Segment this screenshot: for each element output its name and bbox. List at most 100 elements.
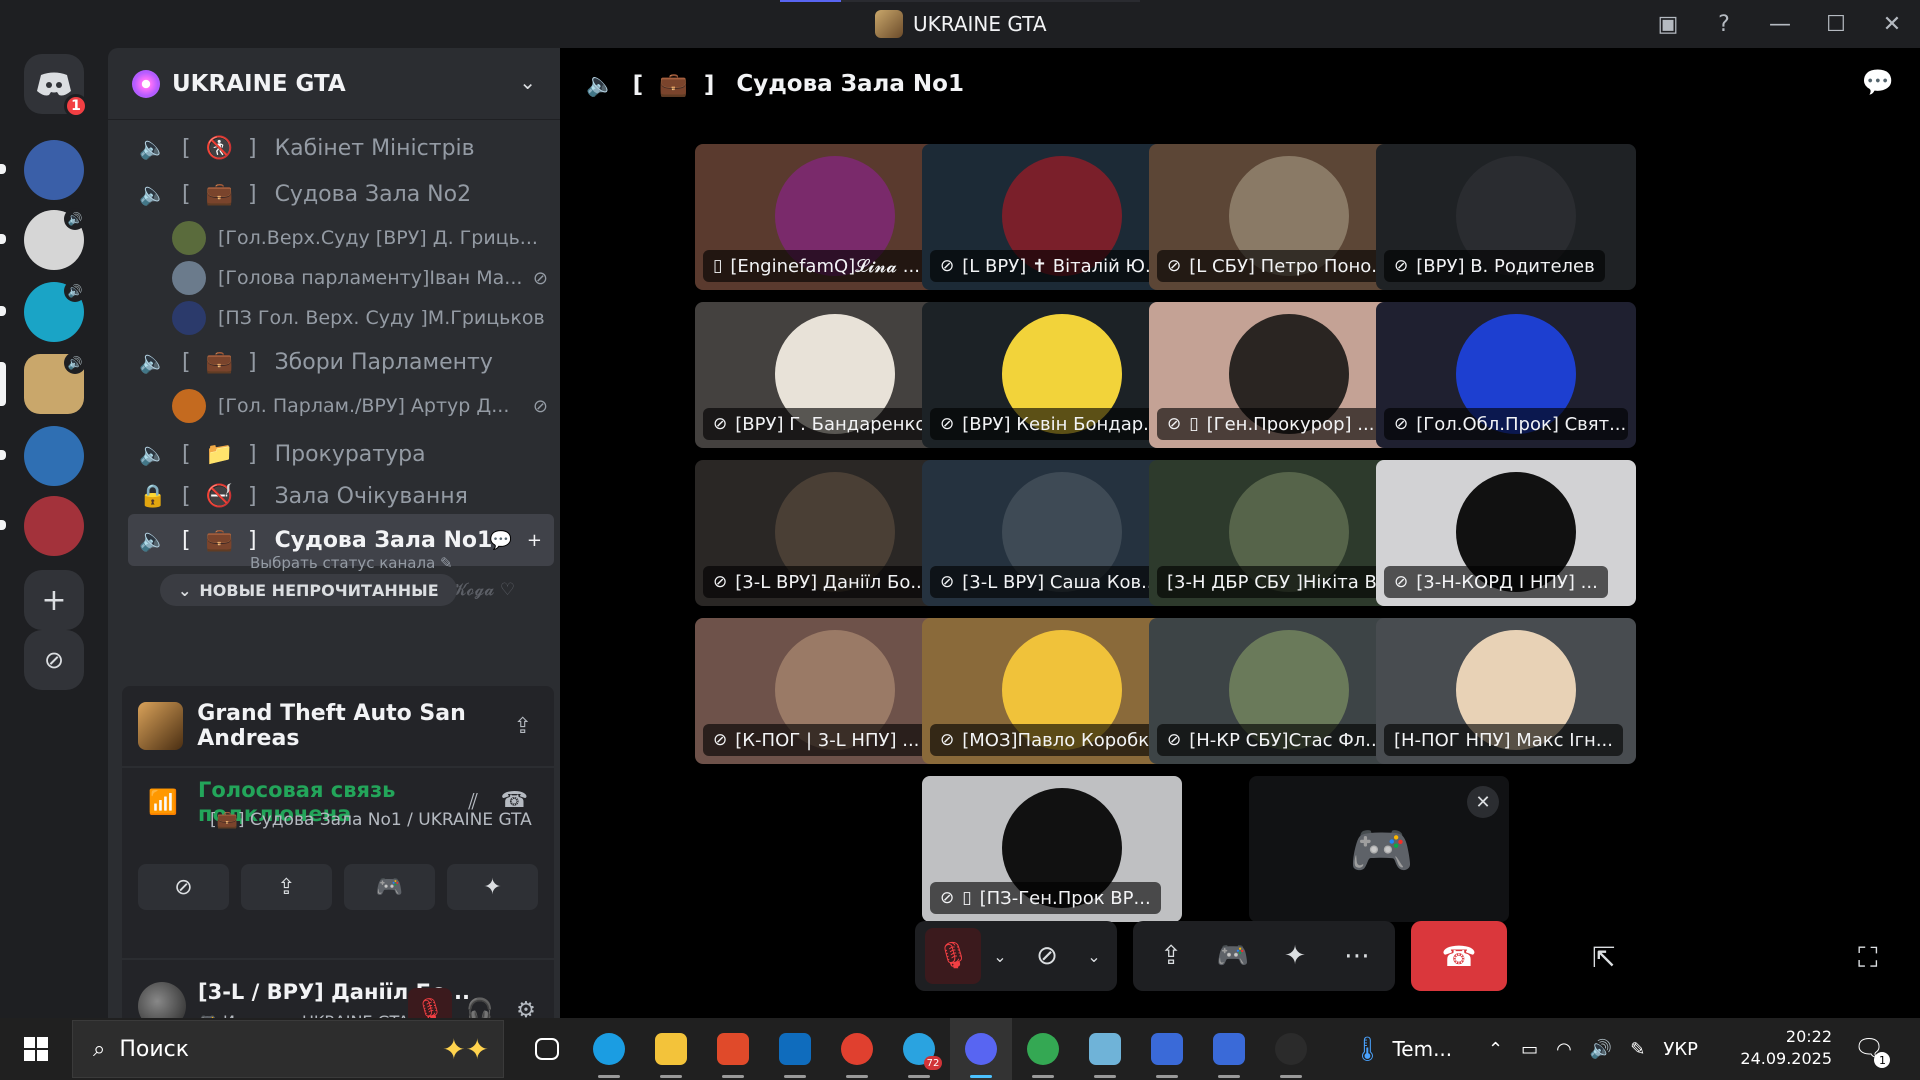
weather-widget[interactable]: 🌡 Tem... — [1352, 1018, 1452, 1080]
participant-tile[interactable]: ⊘ [Н-КР СБУ]Стас Фл... — [1149, 618, 1409, 764]
participant-tile[interactable]: ⊘ [L СБУ] Петро Поно... — [1149, 144, 1409, 290]
wifi-icon[interactable]: ◠ — [1556, 1039, 1572, 1060]
participant-tile[interactable]: ⊘ [3-L ВРУ] Саша Ков... — [922, 460, 1182, 606]
voice-member[interactable]: [Голова парламенту]Іван Ма... ⊘ — [172, 258, 552, 298]
red-server-icon[interactable] — [24, 496, 84, 556]
connection-signal-icon[interactable]: 📶 — [148, 788, 178, 816]
microsoft-store-icon[interactable] — [702, 1018, 764, 1080]
unmute-button[interactable]: 🎙 — [925, 928, 981, 984]
mic-muted-icon: ⊘ — [1394, 572, 1409, 592]
telegram-icon[interactable]: 72 — [888, 1018, 950, 1080]
camera-options-caret[interactable]: ⌄ — [1081, 928, 1107, 984]
participant-tile[interactable]: ▯ [EnginefamQ]𝓛𝓲𝓷𝓪 ... — [695, 144, 955, 290]
participant-tile[interactable]: ⊘ [L ВРУ] ✝ Віталій Ю... — [922, 144, 1182, 290]
notification-center-icon[interactable]: 🗨 1 — [1854, 1034, 1891, 1068]
language-indicator[interactable]: УКР — [1663, 1039, 1698, 1060]
notepad-icon[interactable] — [1074, 1018, 1136, 1080]
taskbar-search[interactable]: ⌕ Поиск ✦✦ — [72, 1020, 504, 1078]
visual-studio-icon[interactable] — [1136, 1018, 1198, 1080]
task-view-icon[interactable] — [516, 1018, 578, 1080]
outlook-icon[interactable] — [764, 1018, 826, 1080]
voice-member[interactable]: [Гол.Верх.Суду [ВРУ] Д. Гриць... — [172, 218, 552, 258]
discord-icon[interactable] — [950, 1018, 1012, 1080]
participant-tile[interactable]: ⊘ ▯ [Ген.Прокурор] ... — [1149, 302, 1409, 448]
camera-off-button[interactable]: ⊘ — [138, 864, 229, 910]
channel-court-2[interactable]: 🔈 [ 💼 ] Судова Зала No2 — [128, 170, 554, 218]
minimize-button[interactable]: — — [1752, 0, 1808, 48]
close-tile-button[interactable]: ✕ — [1467, 786, 1499, 818]
visual-studio-2-icon[interactable] — [1198, 1018, 1260, 1080]
soundboard-icon[interactable]: ✦ — [1267, 928, 1323, 984]
more-options-icon[interactable]: ⋯ — [1329, 928, 1385, 984]
share-screen-icon[interactable]: ⇪ — [1143, 928, 1199, 984]
soundboard-button[interactable]: ✦ — [447, 864, 538, 910]
participant-tile[interactable]: ⊘ [К-ПОГ | 3-L НПУ] ... — [695, 618, 955, 764]
pen-icon[interactable]: ✎ — [1630, 1039, 1645, 1060]
activity-tile[interactable]: 🎮 ✕ — [1249, 776, 1509, 922]
file-explorer-icon[interactable] — [640, 1018, 702, 1080]
clock[interactable]: 20:22 24.09.2025 — [1736, 1026, 1832, 1070]
chevron-up-icon[interactable]: ⌃ — [1488, 1039, 1503, 1060]
stream-game-icon[interactable]: ⇪ — [514, 714, 532, 739]
set-channel-status[interactable]: Выбрать статус канала ✎ — [250, 554, 453, 572]
truck-server-icon[interactable]: 🔊 — [24, 208, 86, 270]
help-icon[interactable]: ? — [1696, 0, 1752, 48]
inbox-icon[interactable]: ▣ — [1640, 0, 1696, 48]
participant-tile[interactable]: ⊘ [ВРУ] Г. Бандаренко — [695, 302, 955, 448]
participant-tile[interactable]: ⊘ [3-Н-КОРД І НПУ] ... — [1376, 460, 1636, 606]
chrome-profile-icon[interactable] — [1012, 1018, 1074, 1080]
emblem-server-icon[interactable] — [24, 140, 84, 200]
home-button[interactable]: 1 — [24, 54, 88, 118]
channel-waiting[interactable]: 🔒 [ 🚭 ] Зала Очікування — [128, 472, 554, 520]
participant-tile[interactable]: ⊘ ▯ [ПЗ-Ген.Прок ВР... — [922, 776, 1182, 922]
plane-server-icon[interactable]: 🔊 — [24, 280, 86, 342]
mic-muted-icon: ⊘ — [532, 267, 548, 289]
cube-server-icon[interactable] — [24, 426, 84, 486]
camera-button[interactable]: ⊘ — [1019, 928, 1075, 984]
invite-icon[interactable]: + — [527, 530, 542, 551]
close-button[interactable]: ✕ — [1864, 0, 1920, 48]
activity-icon[interactable]: 🎮 — [1205, 928, 1261, 984]
start-button[interactable] — [0, 1018, 72, 1080]
edge-icon[interactable] — [578, 1018, 640, 1080]
participant-tile[interactable]: ⊘ [ВРУ] В. Родителев — [1376, 144, 1636, 290]
mic-options-caret[interactable]: ⌄ — [987, 928, 1013, 984]
sparkle-icon: ✦✦ — [442, 1032, 489, 1066]
running-indicator — [660, 1075, 682, 1078]
pop-out-icon[interactable]: ⇱ — [1592, 941, 1615, 974]
channel-prosecutor[interactable]: 🔈 [ 📁 ] Прокуратура — [128, 430, 554, 478]
new-unread-button[interactable]: ⌄ НОВЫЕ НЕПРОЧИТАННЫЕ — [160, 574, 457, 606]
participant-tile[interactable]: ⊘ [ВРУ] Кевін Бондар... — [922, 302, 1182, 448]
maximize-button[interactable]: ☐ — [1808, 0, 1864, 48]
voice-member[interactable]: [Гол. Парлам./ВРУ] Артур Д... ⊘ — [172, 386, 552, 426]
discover-button[interactable]: ⊘ — [24, 630, 84, 690]
server-header[interactable]: UKRAINE GTA ⌄ — [108, 48, 560, 120]
participant-tile[interactable]: ⊘ [Гол.Обл.Прок] Свят... — [1376, 302, 1636, 448]
obs-icon[interactable] — [1260, 1018, 1322, 1080]
add-server-button[interactable]: + — [24, 570, 84, 630]
chat-bubble-icon[interactable]: 💬 — [490, 530, 512, 551]
mic-muted-icon: ⊘ — [713, 730, 728, 750]
voice-channel-link[interactable]: [💼] Судова Зала No1 / UKRAINE GTA — [210, 810, 532, 830]
channel-cabinet[interactable]: 🔈 [ 🚷 ] Кабінет Міністрів — [128, 128, 554, 168]
participant-tile[interactable]: [3-Н ДБР СБУ ]Нікіта В... — [1149, 460, 1409, 606]
activities-button[interactable]: 🎮 — [344, 864, 435, 910]
fullscreen-icon[interactable]: ⛶ — [1858, 941, 1878, 975]
noise-suppression-icon[interactable]: ⫽ — [468, 790, 478, 815]
volume-icon[interactable]: 🔊 — [1590, 1039, 1612, 1060]
participant-tile[interactable]: [Н-ПОГ НПУ] Макс Ігн... — [1376, 618, 1636, 764]
channel-parliament[interactable]: 🔈 [ 💼 ] Збори Парламенту — [128, 338, 554, 386]
thermometer-icon: 🌡 — [1352, 1035, 1383, 1063]
participant-tile[interactable]: ⊘ [МОЗ]Павло Коробка — [922, 618, 1182, 764]
chrome-icon[interactable] — [826, 1018, 888, 1080]
disconnect-icon[interactable]: ☎ — [501, 788, 528, 813]
app-glyph — [535, 1038, 559, 1060]
voice-member[interactable]: [ПЗ Гол. Верх. Суду ]М.Грицьков — [172, 298, 552, 338]
app-glyph — [1213, 1033, 1245, 1065]
share-screen-button[interactable]: ⇪ — [241, 864, 332, 910]
participant-tile[interactable]: ⊘ [3-L ВРУ] Даніїл Бо... — [695, 460, 955, 606]
battery-icon[interactable]: ▭ — [1521, 1039, 1538, 1060]
disconnect-button[interactable]: ☎ — [1411, 921, 1507, 991]
ukraine-gta-server-icon[interactable]: 🔊 — [24, 352, 86, 414]
show-chat-icon[interactable]: 💬 — [1862, 68, 1894, 98]
